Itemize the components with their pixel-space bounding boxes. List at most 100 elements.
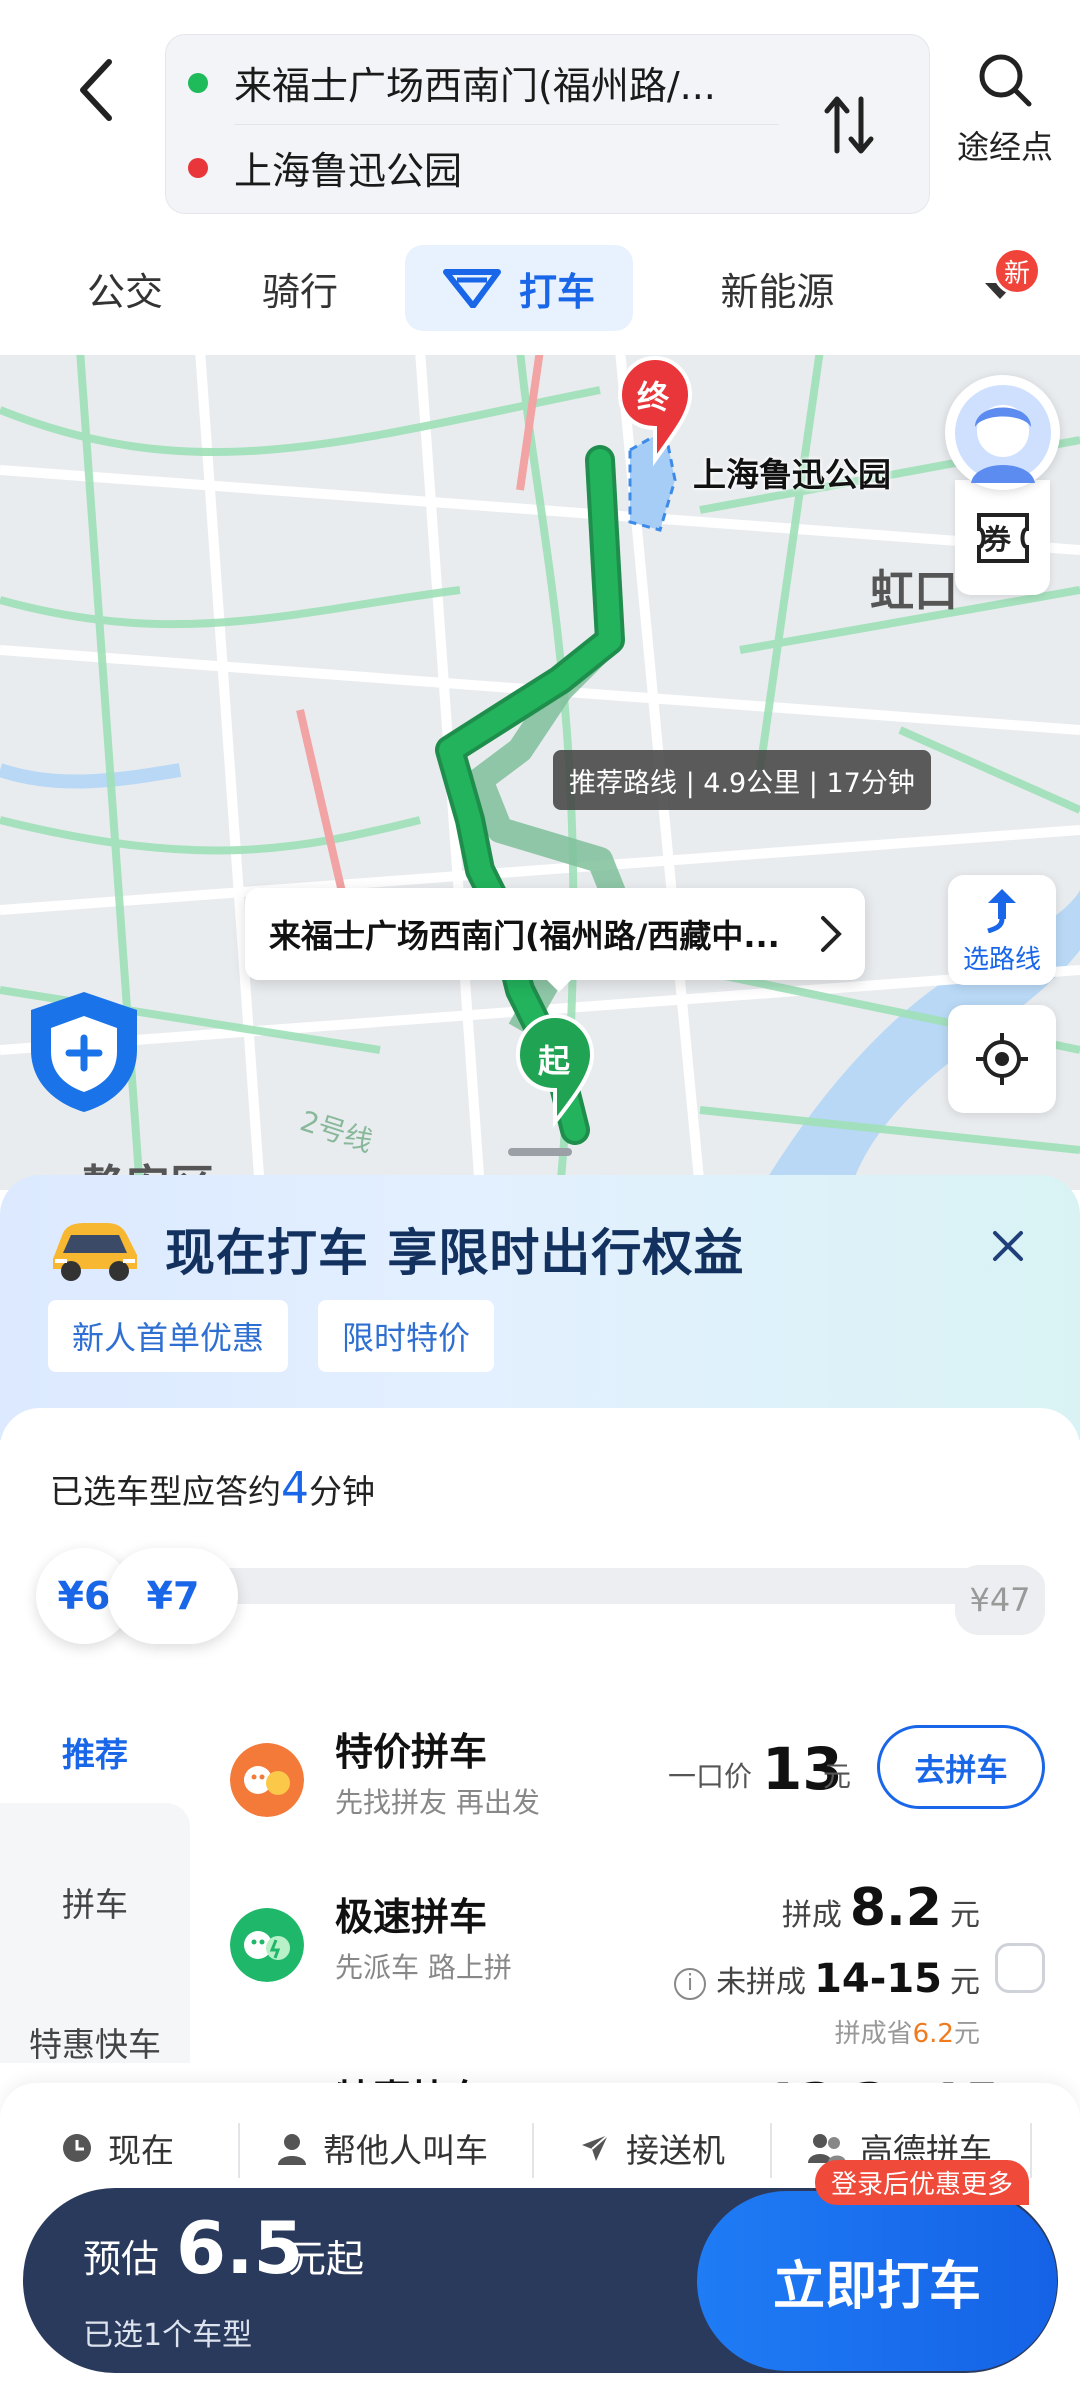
fixed-price-unit: 元 bbox=[823, 1760, 852, 1793]
origin-text: 来福士广场西南门(福州路/... bbox=[234, 64, 716, 108]
price-slider-knob[interactable]: ¥7 bbox=[108, 1548, 238, 1644]
call-taxi-button[interactable]: 立即打车 bbox=[697, 2191, 1057, 2371]
carpool-green-icon bbox=[230, 1908, 304, 1982]
login-promo-badge[interactable]: 登录后优惠更多 bbox=[815, 2160, 1030, 2205]
car-name: 极速拼车 bbox=[335, 1895, 488, 1939]
tab-new-energy[interactable]: 新能源 bbox=[700, 245, 855, 331]
estimate-label: 预估 bbox=[83, 2237, 160, 2281]
car-select-checkbox[interactable] bbox=[995, 1943, 1045, 1993]
info-icon[interactable]: i bbox=[674, 1967, 707, 2000]
tab-taxi-label: 打车 bbox=[518, 269, 595, 314]
option-airport[interactable]: 接送机 bbox=[578, 2108, 725, 2188]
option-divider bbox=[532, 2123, 534, 2178]
destination-map-label: 上海鲁迅公园 bbox=[693, 455, 891, 494]
route-info-tag[interactable]: 推荐路线 | 4.9公里 | 17分钟 bbox=[553, 750, 931, 810]
savings-unit: 元 bbox=[953, 2019, 980, 2049]
promo-tag-new-user[interactable]: 新人首单优惠 bbox=[48, 1300, 289, 1372]
waypoint-label: 途经点 bbox=[956, 128, 1053, 166]
back-button[interactable] bbox=[60, 45, 130, 135]
safety-shield-button[interactable] bbox=[25, 988, 143, 1114]
end-marker-label: 终 bbox=[637, 378, 670, 416]
option-divider bbox=[1030, 2123, 1032, 2178]
person-icon bbox=[278, 2134, 306, 2165]
airplane-icon bbox=[582, 2134, 609, 2161]
option-call-for-others-label: 帮他人叫车 bbox=[323, 2131, 488, 2170]
more-tabs-button[interactable]: 新 bbox=[965, 247, 1041, 325]
bottom-action-bar: 现在 帮他人叫车 接送机 高德拼车 登录后优惠更多 预估 6.5 元起 已选1个… bbox=[0, 2083, 1080, 2403]
pooled-unit: 元 bbox=[950, 1898, 980, 1933]
callout-tail bbox=[545, 978, 573, 992]
district-label-hongkou: 虹口 bbox=[870, 566, 958, 617]
option-call-for-others[interactable]: 帮他人叫车 bbox=[275, 2108, 488, 2188]
promo-banner: 现在打车 享限时出行权益 新人首单优惠 限时特价 bbox=[0, 1175, 1080, 1440]
new-badge: 新 bbox=[993, 247, 1041, 295]
pooled-label: 拼成 bbox=[781, 1898, 842, 1933]
locate-icon bbox=[976, 1033, 1028, 1085]
unpooled-unit: 元 bbox=[950, 1965, 980, 2000]
waypoint-button[interactable]: 途经点 bbox=[945, 50, 1065, 190]
chevron-right-icon bbox=[821, 916, 842, 952]
swap-route-button[interactable] bbox=[814, 85, 884, 165]
eta-text: 已选车型应答约4分钟 bbox=[50, 1463, 375, 1514]
origin-dot-icon bbox=[188, 72, 208, 93]
search-icon bbox=[979, 54, 1032, 107]
promo-close-button[interactable] bbox=[985, 1223, 1031, 1269]
category-tab-carpool[interactable]: 拼车 bbox=[0, 1878, 190, 1926]
car-option-express-carpool[interactable]: 极速拼车 先派车 路上拼 拼成 8.2 元 i 未拼成 14-15 元 拼成省6.2元 bbox=[190, 1868, 1080, 2049]
car-option-discount-carpool[interactable]: 特价拼车 先找拼友 再出发 一口价 13 元 去拼车 bbox=[190, 1703, 1080, 1873]
choose-route-label: 选路线 bbox=[962, 945, 1041, 975]
route-arrow-icon bbox=[987, 889, 1016, 934]
eta-minutes: 4 bbox=[281, 1463, 309, 1514]
option-divider bbox=[238, 2123, 240, 2178]
transport-tabs: 公交 骑行 打车 新能源 新 bbox=[0, 240, 1080, 340]
pooled-fare: 拼成 8.2 元 bbox=[782, 1878, 980, 1938]
estimate-price: 6.5 bbox=[176, 2206, 304, 2290]
price-slider-max: ¥47 bbox=[955, 1565, 1045, 1635]
option-now-label: 现在 bbox=[108, 2131, 174, 2170]
avatar-icon bbox=[954, 384, 1051, 483]
eta-prefix: 已选车型应答约 bbox=[50, 1472, 281, 1511]
sheet-drag-handle[interactable] bbox=[508, 1148, 572, 1156]
option-now[interactable]: 现在 bbox=[60, 2108, 174, 2188]
category-tab-express[interactable]: 特惠快车 bbox=[0, 2018, 190, 2066]
fixed-price-label: 一口价 bbox=[668, 1760, 753, 1793]
savings-amount: 6.2 bbox=[912, 2019, 954, 2049]
eta-suffix: 分钟 bbox=[309, 1472, 375, 1511]
coupon-label: 券 bbox=[983, 523, 1012, 556]
option-airport-label: 接送机 bbox=[626, 2131, 725, 2170]
close-icon bbox=[993, 1231, 1023, 1261]
avatar-button[interactable] bbox=[945, 375, 1060, 490]
origin-callout[interactable]: 来福士广场西南门(福州路/西藏中... bbox=[245, 888, 865, 992]
map-view[interactable]: 终 起 上海鲁迅公园 虹口 静安区 2号线 推荐路线 | 4.9公里 | 17分… bbox=[0, 350, 1080, 1190]
category-tab-recommend[interactable]: 推荐 bbox=[0, 1728, 190, 1776]
destination-field[interactable]: 上海鲁迅公园 bbox=[166, 125, 734, 210]
car-subtitle: 先找拼友 再出发 bbox=[335, 1786, 540, 1819]
origin-callout-text: 来福士广场西南门(福州路/西藏中... bbox=[269, 917, 780, 955]
tab-bus[interactable]: 公交 bbox=[60, 245, 190, 331]
selected-count[interactable]: 已选1个车型 bbox=[83, 2310, 252, 2354]
estimate-unit: 元起 bbox=[288, 2237, 365, 2281]
destination-dot-icon bbox=[188, 157, 208, 178]
unpooled-price: 14-15 bbox=[814, 1956, 942, 2002]
route-header: 来福士广场西南门(福州路/... 上海鲁迅公园 途经点 公交 骑行 打车 新能源… bbox=[0, 0, 1080, 355]
tab-cycling[interactable]: 骑行 bbox=[235, 245, 365, 331]
back-arrow-icon bbox=[80, 59, 112, 121]
coupon-button[interactable]: 券 bbox=[955, 480, 1050, 595]
swap-icon bbox=[824, 96, 874, 154]
shield-icon bbox=[31, 992, 137, 1112]
choose-route-button[interactable]: 选路线 bbox=[948, 875, 1056, 985]
promo-title: 现在打车 享限时出行权益 bbox=[165, 1224, 745, 1282]
taxi-logo-icon bbox=[442, 269, 501, 308]
origin-field[interactable]: 来福士广场西南门(福州路/... bbox=[166, 40, 734, 125]
start-marker-label: 起 bbox=[538, 1042, 571, 1080]
promo-tag-limited-price[interactable]: 限时特价 bbox=[318, 1300, 495, 1372]
locate-button[interactable] bbox=[948, 1005, 1056, 1113]
clock-icon bbox=[63, 2134, 91, 2162]
savings-label: 拼成省 bbox=[834, 2019, 913, 2049]
savings-text: 拼成省6.2元 bbox=[835, 2013, 980, 2050]
unpooled-fare: i 未拼成 14-15 元 bbox=[674, 1956, 980, 2002]
go-carpool-button[interactable]: 去拼车 bbox=[877, 1725, 1045, 1809]
destination-text: 上海鲁迅公园 bbox=[234, 149, 463, 193]
car-illustration-icon bbox=[53, 1223, 137, 1281]
tab-taxi[interactable]: 打车 bbox=[405, 245, 633, 331]
